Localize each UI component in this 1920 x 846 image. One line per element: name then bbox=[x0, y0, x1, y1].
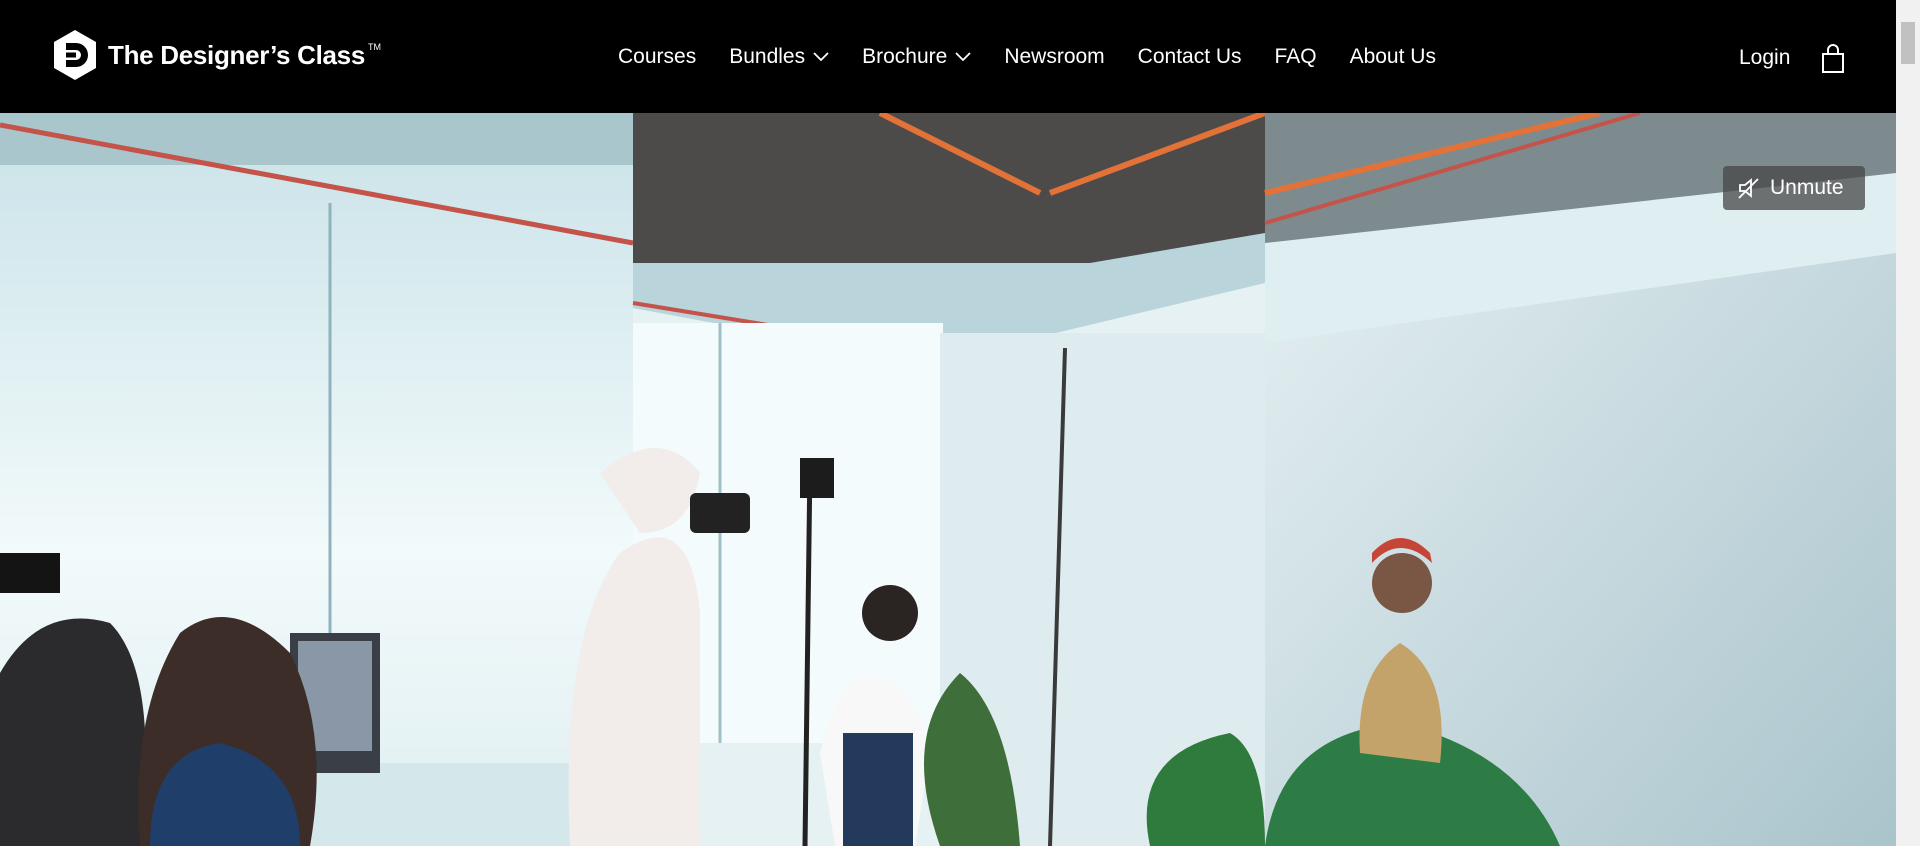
nav-bundles-label: Bundles bbox=[729, 45, 806, 68]
chevron-down-icon bbox=[813, 52, 829, 62]
site-header: The Designer’s Class TM Courses Bundles … bbox=[0, 0, 1896, 113]
chevron-down-icon bbox=[955, 52, 971, 62]
page-scrollbar[interactable] bbox=[1896, 0, 1920, 846]
nav-faq-label: FAQ bbox=[1274, 45, 1317, 68]
nav-brochure-label: Brochure bbox=[862, 45, 948, 68]
video-panel-middle bbox=[568, 113, 1267, 846]
nav-faq[interactable]: FAQ bbox=[1275, 45, 1317, 69]
nav-brochure[interactable]: Brochure bbox=[862, 45, 971, 69]
brand-name: The Designer’s Class bbox=[108, 40, 365, 70]
unmute-button[interactable]: Unmute bbox=[1723, 166, 1865, 210]
nav-about-us[interactable]: About Us bbox=[1350, 45, 1436, 69]
video-panel-left bbox=[0, 113, 634, 846]
hexagon-d-logo-icon bbox=[54, 30, 96, 80]
scrollbar-thumb[interactable] bbox=[1901, 22, 1915, 64]
shopping-bag-icon[interactable] bbox=[1821, 44, 1845, 74]
nav-courses[interactable]: Courses bbox=[618, 45, 696, 69]
video-panel-right bbox=[1264, 113, 1896, 846]
login-link[interactable]: Login bbox=[1739, 46, 1790, 70]
main-nav: Courses Bundles Brochure Newsroom Contac… bbox=[618, 45, 1436, 69]
unmute-label: Unmute bbox=[1770, 176, 1844, 199]
video-frame bbox=[0, 113, 1896, 846]
speaker-muted-icon bbox=[1738, 178, 1759, 199]
nav-contact-us-label: Contact Us bbox=[1137, 45, 1242, 68]
hero-video[interactable]: Unmute bbox=[0, 113, 1896, 846]
nav-newsroom-label: Newsroom bbox=[1004, 45, 1105, 68]
nav-newsroom[interactable]: Newsroom bbox=[1004, 45, 1104, 69]
nav-bundles[interactable]: Bundles bbox=[729, 45, 829, 69]
brand-logo[interactable]: The Designer’s Class TM bbox=[52, 29, 381, 81]
nav-about-us-label: About Us bbox=[1349, 45, 1436, 68]
nav-courses-label: Courses bbox=[618, 45, 697, 68]
nav-contact-us[interactable]: Contact Us bbox=[1138, 45, 1242, 69]
trademark: TM bbox=[368, 42, 381, 52]
